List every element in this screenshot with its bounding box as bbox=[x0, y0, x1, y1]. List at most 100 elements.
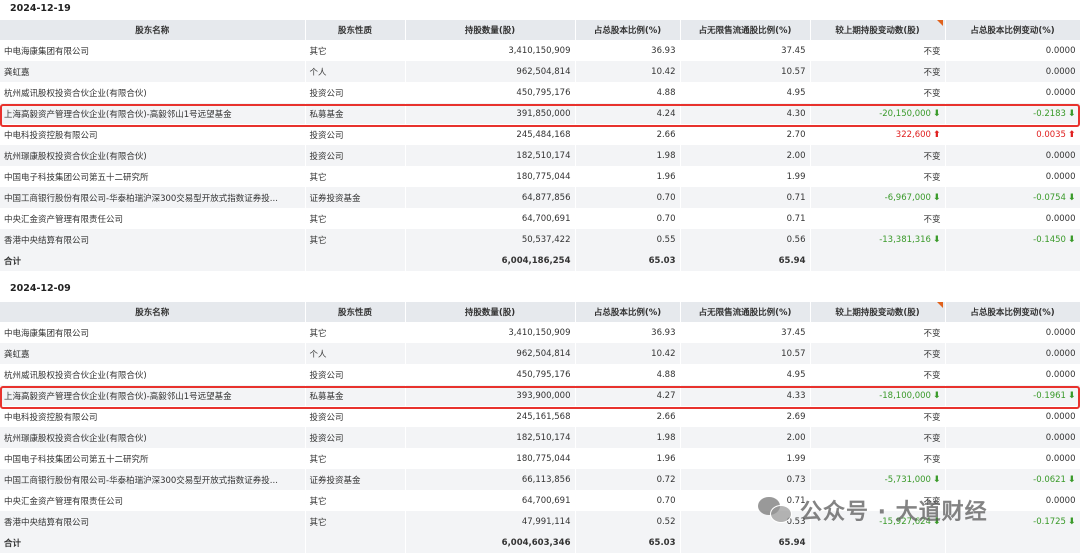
cell-shareholder-name-text: 中国工商银行股份有限公司-华泰柏瑞沪深300交易型开放式指数证券投... bbox=[4, 193, 278, 204]
cell-total-pct-total: 65.03 bbox=[575, 250, 681, 271]
table-row[interactable]: 中电海康集团有限公司 其它 3,410,150,909 36.93 37.45 不变 0.0… bbox=[0, 40, 1080, 61]
col-header-name[interactable]: 股东名称 bbox=[0, 302, 306, 322]
arrow-down-icon: ⬇ bbox=[1067, 390, 1076, 401]
cell-shares-text: 245,161,568 bbox=[516, 411, 571, 422]
cell-pct-float-text: 4.30 bbox=[786, 108, 806, 119]
cell-pct-total: 2.66 bbox=[575, 124, 681, 145]
cell-shareholder-type: 投资公司 bbox=[305, 406, 406, 427]
cell-pct-float-text: 2.00 bbox=[786, 432, 806, 443]
cell-change-text: 不变 bbox=[923, 370, 941, 381]
col-header-change-pct[interactable]: 占总股本比例变动(%) bbox=[945, 20, 1080, 40]
cell-pct-total-text: 4.88 bbox=[656, 369, 676, 380]
cell-shares: 66,113,856 bbox=[405, 469, 576, 490]
col-header-pct-float[interactable]: 占无限售流通股比例(%) bbox=[680, 302, 811, 322]
table-row[interactable]: 中国电子科技集团公司第五十二研究所 其它 180,775,044 1.96 1.99 不变… bbox=[0, 166, 1080, 187]
cell-pct-total-text: 2.66 bbox=[656, 411, 676, 422]
cell-pct-float-text: 1.99 bbox=[786, 171, 806, 182]
cell-shareholder-type-text: 投资公司 bbox=[309, 412, 344, 423]
cell-change-pct: -0.1961 ⬇ bbox=[945, 385, 1080, 406]
cell-change-text: 不变 bbox=[923, 433, 941, 444]
col-header-type[interactable]: 股东性质 bbox=[305, 20, 406, 40]
cell-change-pct-text: 0.0000 bbox=[1045, 150, 1076, 161]
col-header-change[interactable]: 较上期持股变动数(股) bbox=[810, 302, 946, 322]
table-row[interactable]: 杭州威讯股权投资合伙企业(有限合伙) 投资公司 450,795,176 4.88 4.9… bbox=[0, 82, 1080, 103]
cell-total-shares: 6,004,603,346 bbox=[405, 532, 576, 553]
cell-shareholder-name-text: 杭州威讯股权投资合伙企业(有限合伙) bbox=[4, 88, 147, 99]
cell-pct-float: 4.30 bbox=[680, 103, 811, 124]
cell-pct-total-text: 1.98 bbox=[656, 432, 676, 443]
cell-shares-text: 64,700,691 bbox=[521, 495, 571, 506]
cell-shares-text: 180,775,044 bbox=[516, 453, 571, 464]
cell-shareholder-name-text: 中央汇金资产管理有限责任公司 bbox=[4, 496, 124, 507]
table-row[interactable]: 中国工商银行股份有限公司-华泰柏瑞沪深300交易型开放式指数证券投... 证券投资… bbox=[0, 187, 1080, 208]
col-header-pct-total[interactable]: 占总股本比例(%) bbox=[575, 20, 681, 40]
table-row-highlighted[interactable]: 上海高毅资产管理合伙企业(有限合伙)-高毅邻山1号远望基金 私募基金 391,850… bbox=[0, 103, 1080, 124]
cell-shareholder-name: 龚虹嘉 bbox=[0, 343, 306, 364]
cell-shares-text: 66,113,856 bbox=[521, 474, 571, 485]
cell-shareholder-type-text: 私募基金 bbox=[309, 109, 344, 120]
table-row[interactable]: 龚虹嘉 个人 962,504,814 10.42 10.57 不变 0.0000 bbox=[0, 61, 1080, 82]
col-header-name[interactable]: 股东名称 bbox=[0, 20, 306, 40]
arrow-down-icon: ⬇ bbox=[932, 390, 941, 401]
cell-change-pct: 0.0000 bbox=[945, 427, 1080, 448]
cell-shareholder-name-text: 中电海康集团有限公司 bbox=[4, 46, 90, 57]
table-row[interactable]: 香港中央结算有限公司 其它 50,537,422 0.55 0.56 -13,381,31… bbox=[0, 229, 1080, 250]
cell-shareholder-name: 龚虹嘉 bbox=[0, 61, 306, 82]
cell-change: 不变 bbox=[810, 406, 946, 427]
cell-shares-text: 393,900,000 bbox=[516, 390, 571, 401]
col-header-change-pct[interactable]: 占总股本比例变动(%) bbox=[945, 302, 1080, 322]
watermark: 公众号 · 大道财经 bbox=[758, 490, 988, 530]
cell-shares-text: 3,410,150,909 bbox=[508, 327, 571, 338]
cell-shareholder-type-text: 其它 bbox=[309, 172, 327, 183]
col-header-shares[interactable]: 持股数量(股) bbox=[405, 20, 576, 40]
cell-shareholder-name: 中电海康集团有限公司 bbox=[0, 40, 306, 61]
cell-pct-total-text: 0.72 bbox=[656, 474, 676, 485]
cell-pct-float-text: 2.70 bbox=[786, 129, 806, 140]
cell-shares: 64,700,691 bbox=[405, 490, 576, 511]
cell-pct-float-text: 4.33 bbox=[786, 390, 806, 401]
cell-shares: 962,504,814 bbox=[405, 61, 576, 82]
cell-shareholder-name: 上海高毅资产管理合伙企业(有限合伙)-高毅邻山1号远望基金 bbox=[0, 385, 306, 406]
col-header-pct-float[interactable]: 占无限售流通股比例(%) bbox=[680, 20, 811, 40]
cell-shareholder-type: 其它 bbox=[305, 166, 406, 187]
col-header-type[interactable]: 股东性质 bbox=[305, 302, 406, 322]
cell-shareholder-type-text: 个人 bbox=[309, 349, 327, 360]
cell-shareholder-name: 中国电子科技集团公司第五十二研究所 bbox=[0, 166, 306, 187]
cell-change-pct: 0.0000 bbox=[945, 145, 1080, 166]
cell-change-text: -6,967,000 bbox=[884, 192, 931, 203]
cell-pct-float: 10.57 bbox=[680, 343, 811, 364]
cell-change: 不变 bbox=[810, 61, 946, 82]
table-row[interactable]: 龚虹嘉 个人 962,504,814 10.42 10.57 不变 0.0000 bbox=[0, 343, 1080, 364]
cell-shares-text: 50,537,422 bbox=[521, 234, 571, 245]
cell-change-pct-text: -0.1961 bbox=[1033, 390, 1066, 401]
table-row[interactable]: 中国电子科技集团公司第五十二研究所 其它 180,775,044 1.96 1.99 不变… bbox=[0, 448, 1080, 469]
cell-total-type bbox=[305, 250, 406, 271]
table-row[interactable]: 杭州璟康股权投资合伙企业(有限合伙) 投资公司 182,510,174 1.98 2.0… bbox=[0, 145, 1080, 166]
cell-pct-float-text: 0.71 bbox=[786, 213, 806, 224]
cell-shareholder-name-text: 中电海康集团有限公司 bbox=[4, 328, 90, 339]
cell-shareholder-type: 其它 bbox=[305, 448, 406, 469]
table-row-highlighted[interactable]: 上海高毅资产管理合伙企业(有限合伙)-高毅邻山1号远望基金 私募基金 393,900… bbox=[0, 385, 1080, 406]
cell-pct-float: 0.71 bbox=[680, 208, 811, 229]
cell-pct-total: 0.52 bbox=[575, 511, 681, 532]
table-row[interactable]: 中电海康集团有限公司 其它 3,410,150,909 36.93 37.45 不变 0.0… bbox=[0, 322, 1080, 343]
cell-shares: 64,700,691 bbox=[405, 208, 576, 229]
cell-pct-float-text: 2.69 bbox=[786, 411, 806, 422]
cell-change-text: -20,150,000 bbox=[879, 108, 931, 119]
table-row[interactable]: 中国工商银行股份有限公司-华泰柏瑞沪深300交易型开放式指数证券投... 证券投资… bbox=[0, 469, 1080, 490]
table-row[interactable]: 杭州威讯股权投资合伙企业(有限合伙) 投资公司 450,795,176 4.88 4.9… bbox=[0, 364, 1080, 385]
table-row[interactable]: 中央汇金资产管理有限责任公司 其它 64,700,691 0.70 0.71 不变 0.00… bbox=[0, 208, 1080, 229]
col-header-pct-total[interactable]: 占总股本比例(%) bbox=[575, 302, 681, 322]
table-row[interactable]: 中电科投资控股有限公司 投资公司 245,161,568 2.66 2.69 不变 0.00… bbox=[0, 406, 1080, 427]
cell-pct-float-text: 37.45 bbox=[781, 45, 806, 56]
cell-shares-text: 47,991,114 bbox=[521, 516, 571, 527]
cell-shares: 64,877,856 bbox=[405, 187, 576, 208]
cell-pct-float: 0.71 bbox=[680, 187, 811, 208]
table-row[interactable]: 中电科投资控股有限公司 投资公司 245,484,168 2.66 2.70 322,60… bbox=[0, 124, 1080, 145]
arrow-down-icon: ⬇ bbox=[1067, 474, 1076, 485]
col-header-shares[interactable]: 持股数量(股) bbox=[405, 302, 576, 322]
table-total-row: 合计 6,004,603,346 65.03 65.94 bbox=[0, 532, 1080, 553]
table-row[interactable]: 杭州璟康股权投资合伙企业(有限合伙) 投资公司 182,510,174 1.98 2.0… bbox=[0, 427, 1080, 448]
col-header-change[interactable]: 较上期持股变动数(股) bbox=[810, 20, 946, 40]
cell-change-pct: 0.0000 bbox=[945, 166, 1080, 187]
